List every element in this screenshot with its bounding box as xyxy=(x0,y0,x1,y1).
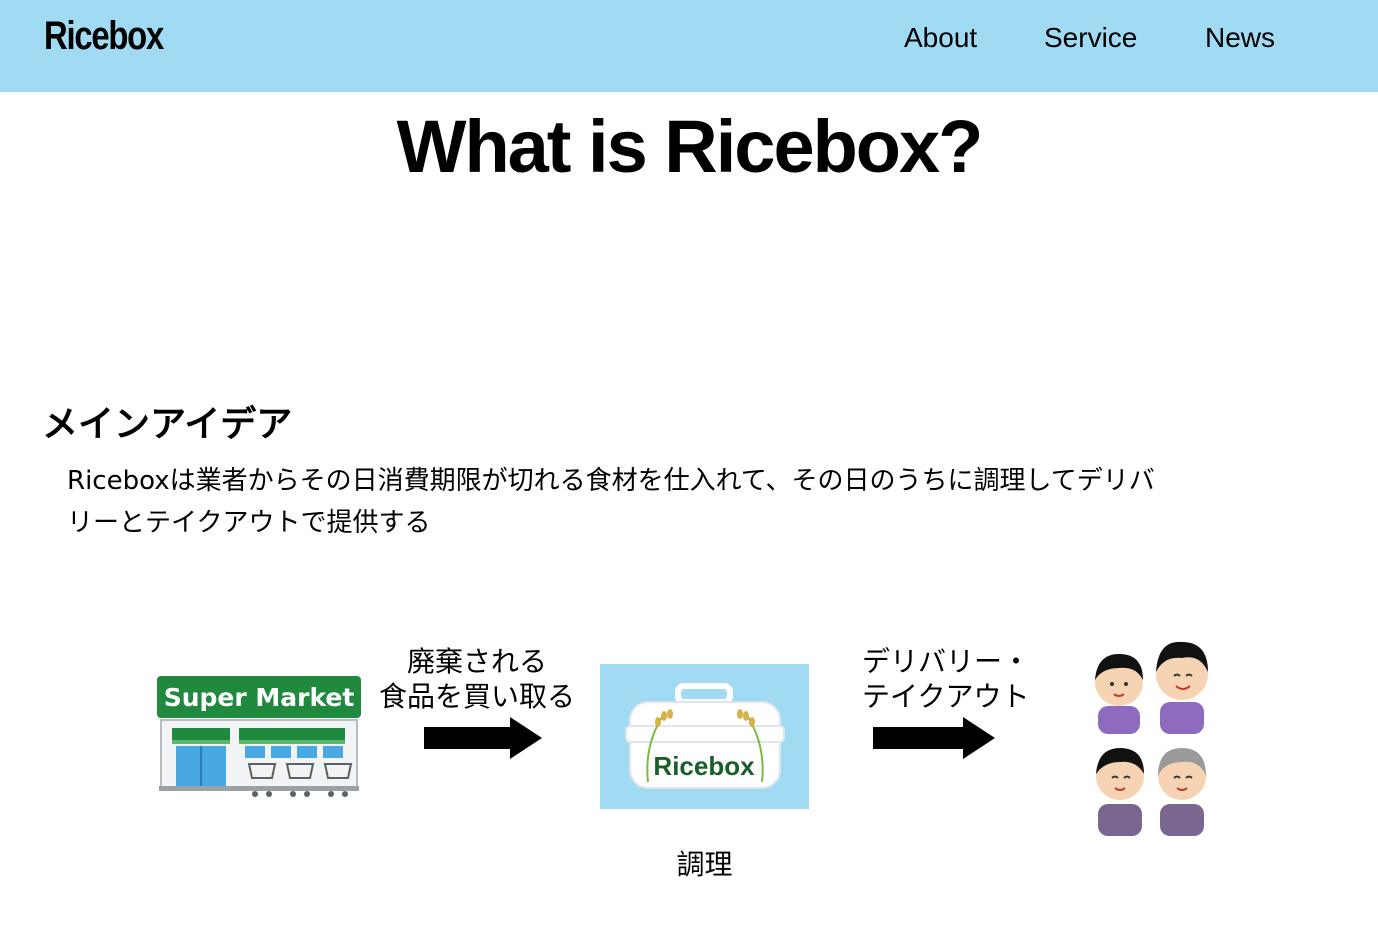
step1-label-line2: 食品を買い取る xyxy=(378,680,575,713)
nav-news-link[interactable]: News xyxy=(1205,22,1275,54)
person-icon xyxy=(1158,748,1206,836)
market-sign-text: Super Market xyxy=(164,683,355,712)
person-icon xyxy=(1156,641,1208,734)
nav-service-link[interactable]: Service xyxy=(1044,22,1137,54)
box-label-text: Ricebox xyxy=(653,751,755,781)
customers-illustration xyxy=(1088,636,1212,836)
step1-label-line1: 廃棄される xyxy=(406,645,547,678)
section-body: Riceboxは業者からその日消費期限が切れる食材を仕入れて、その日のうちに調理… xyxy=(67,466,1155,538)
person-icon xyxy=(1096,748,1144,836)
ricebox-box-illustration: Ricebox xyxy=(600,664,809,809)
site-header: Ricebox About Service News xyxy=(0,0,1378,92)
nav-about-link[interactable]: About xyxy=(904,22,977,54)
step2-label: デリバリー・ テイクアウト xyxy=(862,644,1042,714)
site-logo[interactable]: Ricebox xyxy=(44,14,164,59)
step2-label-line2: テイクアウト xyxy=(862,680,1030,713)
section-heading: メインアイデア xyxy=(42,404,293,445)
step1-label: 廃棄される 食品を買い取る xyxy=(372,644,582,714)
supermarket-illustration: Super Market xyxy=(157,676,362,801)
cook-label: 調理 xyxy=(676,848,733,881)
arrow-right-icon xyxy=(873,717,995,759)
page-title: What is Ricebox? xyxy=(396,105,984,188)
arrow-right-icon xyxy=(424,717,542,759)
person-icon xyxy=(1095,654,1143,734)
step2-label-line1: デリバリー・ xyxy=(862,645,1031,678)
